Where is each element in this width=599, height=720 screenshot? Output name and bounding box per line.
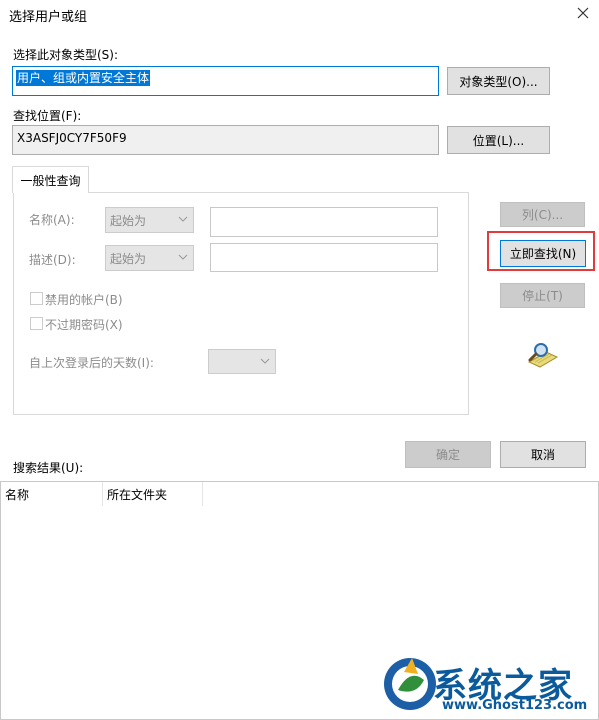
days-since-logon-select[interactable]: [208, 349, 276, 374]
column-header-folder[interactable]: 所在文件夹: [103, 482, 203, 506]
watermark-logo-icon: [380, 650, 440, 714]
description-input[interactable]: [210, 243, 438, 272]
search-animation-icon: [526, 341, 560, 369]
stop-button[interactable]: 停止(T): [500, 283, 585, 308]
disabled-accounts-label: 禁用的帐户(B): [45, 293, 123, 307]
columns-button[interactable]: 列(C)...: [500, 202, 585, 227]
search-results-label: 搜索结果(U):: [13, 461, 84, 475]
find-now-button[interactable]: 立即查找(N): [500, 240, 586, 267]
name-mode-select[interactable]: 起始为: [105, 207, 194, 233]
object-type-field[interactable]: 用户、组或内置安全主体: [12, 66, 439, 96]
chevron-down-icon: [178, 216, 188, 222]
tab-general-query[interactable]: 一般性查询: [12, 166, 89, 193]
non-expiring-password-label: 不过期密码(X): [45, 318, 123, 332]
column-header-name-label: 名称: [5, 487, 30, 502]
object-type-value: 用户、组或内置安全主体: [16, 70, 151, 86]
description-mode-select[interactable]: 起始为: [105, 245, 194, 271]
days-since-logon-label: 自上次登录后的天数(I):: [29, 356, 154, 370]
disabled-accounts-checkbox[interactable]: [30, 292, 43, 305]
tab-general-query-label: 一般性查询: [20, 173, 81, 188]
object-type-label: 选择此对象类型(S):: [13, 48, 119, 62]
column-header-folder-label: 所在文件夹: [107, 487, 168, 502]
column-header-name[interactable]: 名称: [1, 482, 103, 506]
chevron-down-icon: [260, 358, 270, 364]
name-label: 名称(A):: [29, 213, 75, 227]
location-label: 查找位置(F):: [13, 109, 82, 123]
location-field: X3ASFJ0CY7F50F9: [12, 125, 439, 155]
name-mode-value: 起始为: [110, 213, 147, 228]
cancel-button[interactable]: 取消: [500, 441, 586, 468]
object-types-button[interactable]: 对象类型(O)...: [447, 67, 550, 95]
window-title: 选择用户或组: [9, 10, 88, 25]
name-input[interactable]: [210, 207, 438, 237]
watermark-url: www.Ghost123.com: [442, 698, 588, 713]
location-value: X3ASFJ0CY7F50F9: [17, 131, 127, 145]
ok-button[interactable]: 确定: [405, 441, 491, 468]
description-mode-value: 起始为: [110, 251, 147, 266]
locations-button[interactable]: 位置(L)...: [447, 126, 550, 154]
non-expiring-password-checkbox[interactable]: [30, 317, 43, 330]
description-label: 描述(D):: [29, 253, 76, 267]
close-icon[interactable]: [573, 3, 593, 23]
chevron-down-icon: [178, 254, 188, 260]
